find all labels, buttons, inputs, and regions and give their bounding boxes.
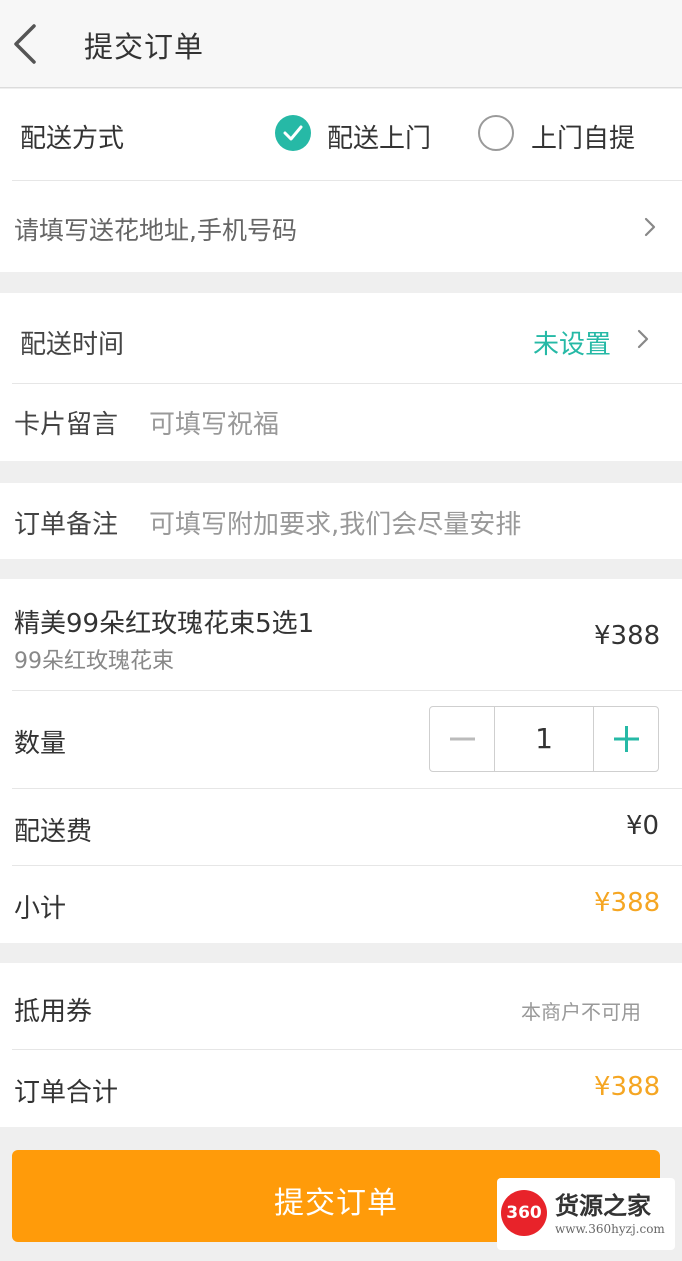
radio-home-delivery[interactable]	[275, 115, 311, 151]
subtotal-row: 小计 ¥388	[0, 866, 682, 943]
order-total-value: ¥388	[594, 1072, 661, 1102]
order-total-label: 订单合计	[14, 1078, 119, 1108]
chevron-right-icon	[644, 217, 656, 237]
quantity-row: 数量 1	[0, 691, 682, 788]
watermark: 360 货源之家 www.360hyzj.com	[497, 1178, 675, 1250]
order-submit-page: 提交订单 配送方式 配送上门 上门自提 请填写送花地址,手机号码 配送时间 未设	[0, 0, 682, 1261]
subtotal-label: 小计	[14, 894, 67, 924]
card-message-row: 卡片留言 可填写祝福	[0, 384, 682, 461]
product-price: ¥388	[594, 621, 661, 651]
radio-self-pickup[interactable]	[478, 115, 514, 151]
delivery-time-value: 未设置	[533, 330, 612, 360]
shipping-fee-row: 配送费 ¥0	[0, 789, 682, 865]
watermark-url: www.360hyzj.com	[555, 1222, 665, 1236]
option-home-delivery-label[interactable]: 配送上门	[327, 118, 431, 155]
product-variant: 99朵红玫瑰花束	[14, 649, 174, 674]
quantity-stepper: 1	[429, 706, 659, 772]
order-total-row: 订单合计 ¥388	[0, 1050, 682, 1127]
order-note-input[interactable]: 可填写附加要求,我们会尽量安排	[149, 504, 521, 541]
chevron-right-icon	[637, 329, 649, 349]
address-row[interactable]: 请填写送花地址,手机号码	[0, 181, 682, 272]
back-button[interactable]	[10, 22, 50, 66]
product-name: 精美99朵红玫瑰花束5选1	[14, 609, 315, 639]
decrement-button[interactable]	[430, 707, 495, 771]
top-navigation-bar: 提交订单	[0, 0, 682, 88]
shipping-fee-value: ¥0	[626, 811, 660, 841]
subtotal-value: ¥388	[594, 888, 661, 918]
order-note-label: 订单备注	[14, 510, 119, 540]
watermark-name: 货源之家	[555, 1192, 651, 1220]
coupon-label: 抵用券	[14, 997, 93, 1027]
product-row: 精美99朵红玫瑰花束5选1 99朵红玫瑰花束 ¥388	[0, 579, 682, 690]
order-note-section: 订单备注 可填写附加要求,我们会尽量安排	[0, 483, 682, 559]
card-message-label: 卡片留言	[14, 410, 119, 440]
chevron-left-icon	[14, 24, 36, 64]
coupon-row: 抵用券 本商户不可用	[0, 963, 682, 1049]
delivery-time-row[interactable]: 配送时间 未设置	[0, 293, 682, 383]
schedule-section: 配送时间 未设置 卡片留言 可填写祝福	[0, 293, 682, 461]
delivery-section: 配送方式 配送上门 上门自提 请填写送花地址,手机号码	[0, 89, 682, 272]
plus-icon	[614, 726, 639, 752]
option-self-pickup-label[interactable]: 上门自提	[531, 118, 635, 155]
address-placeholder: 请填写送花地址,手机号码	[14, 216, 297, 245]
check-icon	[283, 125, 303, 141]
product-section: 精美99朵红玫瑰花束5选1 99朵红玫瑰花束 ¥388 数量 1 配送费 ¥0 …	[0, 579, 682, 943]
increment-button[interactable]	[593, 707, 658, 771]
shipping-fee-label: 配送费	[14, 817, 93, 847]
coupon-status: 本商户不可用	[521, 1000, 641, 1024]
page-title: 提交订单	[84, 30, 205, 64]
watermark-logo: 360	[501, 1190, 547, 1236]
card-message-input[interactable]: 可填写祝福	[149, 404, 279, 441]
delivery-time-label: 配送时间	[20, 330, 125, 360]
minus-icon	[450, 737, 475, 741]
totals-section: 抵用券 本商户不可用 订单合计 ¥388	[0, 963, 682, 1127]
quantity-label: 数量	[14, 729, 67, 759]
delivery-method-options: 配送上门 上门自提	[0, 89, 682, 181]
quantity-value[interactable]: 1	[495, 707, 593, 771]
